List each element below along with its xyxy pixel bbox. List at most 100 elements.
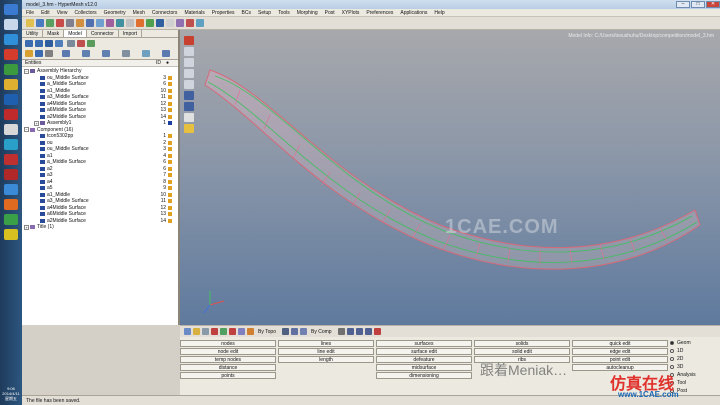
- expand-icon[interactable]: +: [24, 224, 29, 230]
- menu-file[interactable]: File: [26, 10, 34, 16]
- menu-tools[interactable]: Tools: [278, 10, 290, 16]
- menu-applications[interactable]: Applications: [400, 10, 427, 16]
- radio-geom[interactable]: Geom: [670, 339, 696, 347]
- menu-connectors[interactable]: Connectors: [152, 10, 178, 16]
- app-icon[interactable]: [4, 169, 18, 180]
- browser-tool-icon[interactable]: [35, 50, 43, 57]
- temp-nodes-button[interactable]: temp nodes: [180, 356, 276, 363]
- app-icon[interactable]: [4, 154, 18, 165]
- color-swatch[interactable]: [168, 82, 172, 87]
- menu-mesh[interactable]: Mesh: [133, 10, 145, 16]
- browser-tool-icon[interactable]: [82, 50, 90, 57]
- close-button[interactable]: ✕: [706, 1, 720, 8]
- toolbar-tool-icon[interactable]: [56, 19, 64, 27]
- color-swatch[interactable]: [168, 88, 172, 93]
- cmd-icon[interactable]: [229, 328, 236, 335]
- color-swatch[interactable]: [168, 179, 172, 184]
- color-swatch[interactable]: [168, 199, 172, 204]
- tree-row[interactable]: − Component (16): [22, 127, 178, 134]
- color-swatch[interactable]: [168, 160, 172, 165]
- browser-tool-icon[interactable]: [77, 40, 85, 47]
- surface-edit-button[interactable]: surface edit: [376, 348, 472, 355]
- menu-properties[interactable]: Properties: [212, 10, 235, 16]
- app-icon[interactable]: [4, 94, 18, 105]
- menu-collectors[interactable]: Collectors: [74, 10, 96, 16]
- toolbar-tool-icon[interactable]: [106, 19, 114, 27]
- cmd-icon[interactable]: [211, 328, 218, 335]
- color-swatch[interactable]: [168, 121, 172, 126]
- collapse-icon[interactable]: −: [24, 68, 29, 74]
- toolbar-tool-icon[interactable]: [96, 19, 104, 27]
- expand-icon[interactable]: +: [34, 120, 39, 126]
- browser-tool-icon[interactable]: [25, 50, 33, 57]
- cmd-icon[interactable]: [373, 328, 381, 335]
- line-edit-button[interactable]: line edit: [278, 348, 374, 355]
- menu-preferences[interactable]: Preferences: [366, 10, 393, 16]
- color-swatch[interactable]: [168, 140, 172, 145]
- comp-dropdown[interactable]: By Comp: [311, 329, 332, 335]
- toolbar-tool-icon[interactable]: [136, 19, 144, 27]
- graphics-viewport[interactable]: Model Info: C:/Users/tesushuhu/Desktop/c…: [180, 30, 720, 325]
- app-icon[interactable]: [4, 64, 18, 75]
- solids-button[interactable]: solids: [474, 340, 570, 347]
- tree-row[interactable]: − Assembly Hierarchy: [22, 68, 178, 75]
- id-column-header[interactable]: ID: [156, 60, 166, 66]
- distance-button[interactable]: distance: [180, 364, 276, 371]
- app-icon[interactable]: [4, 109, 18, 120]
- app-icon[interactable]: [4, 19, 18, 30]
- topo-dropdown[interactable]: By Topo: [258, 329, 276, 335]
- browser-tool-icon[interactable]: [35, 40, 43, 47]
- cmd-icon[interactable]: [193, 328, 200, 335]
- edge-edit-button[interactable]: edge edit: [572, 348, 668, 355]
- browser-tool-icon[interactable]: [102, 50, 110, 57]
- menu-bcs[interactable]: BCs: [242, 10, 251, 16]
- browser-tool-icon[interactable]: [25, 40, 33, 47]
- toolbar-tool-icon[interactable]: [86, 19, 94, 27]
- menu-geometry[interactable]: Geometry: [104, 10, 126, 16]
- tab-utility[interactable]: Utility: [22, 30, 44, 37]
- browser-tool-icon[interactable]: [142, 50, 150, 57]
- color-swatch[interactable]: [168, 186, 172, 191]
- color-swatch[interactable]: [168, 192, 172, 197]
- surfaces-button[interactable]: surfaces: [376, 340, 472, 347]
- color-swatch[interactable]: [168, 108, 172, 113]
- menu-help[interactable]: Help: [434, 10, 444, 16]
- color-swatch[interactable]: [168, 147, 172, 152]
- menu-morphing[interactable]: Morphing: [297, 10, 318, 16]
- browser-tool-icon[interactable]: [162, 50, 170, 57]
- toolbar-tool-icon[interactable]: [186, 19, 194, 27]
- start-icon[interactable]: [4, 4, 18, 15]
- cmd-icon[interactable]: [364, 328, 372, 335]
- solid-edit-button[interactable]: solid edit: [474, 348, 570, 355]
- color-swatch[interactable]: [168, 153, 172, 158]
- nodes-button[interactable]: nodes: [180, 340, 276, 347]
- cmd-icon[interactable]: [355, 328, 363, 335]
- taskbar-clock[interactable]: 9:06 2014/4/11 星期五: [0, 386, 22, 401]
- lines-button[interactable]: lines: [278, 340, 374, 347]
- app-icon[interactable]: [4, 124, 18, 135]
- cmd-icon[interactable]: [281, 328, 289, 335]
- entities-column-header[interactable]: Entities: [25, 60, 156, 66]
- color-swatch[interactable]: [168, 173, 172, 178]
- toolbar-tool-icon[interactable]: [46, 19, 54, 27]
- app-icon[interactable]: [4, 199, 18, 210]
- color-swatch[interactable]: [168, 218, 172, 223]
- menu-materials[interactable]: Materials: [184, 10, 204, 16]
- toolbar-tool-icon[interactable]: [196, 19, 204, 27]
- app-icon[interactable]: [4, 139, 18, 150]
- toolbar-tool-icon[interactable]: [66, 19, 74, 27]
- browser-tool-icon[interactable]: [45, 40, 53, 47]
- app-icon[interactable]: [4, 214, 18, 225]
- point-edit-button[interactable]: point edit: [572, 356, 668, 363]
- color-swatch[interactable]: [168, 205, 172, 210]
- cmd-icon[interactable]: [247, 328, 254, 335]
- color-swatch[interactable]: [168, 95, 172, 100]
- cmd-icon[interactable]: [238, 328, 245, 335]
- app-icon[interactable]: [4, 34, 18, 45]
- cmd-icon[interactable]: [184, 328, 191, 335]
- color-swatch[interactable]: [168, 75, 172, 80]
- node-edit-button[interactable]: node edit: [180, 348, 276, 355]
- browser-tool-icon[interactable]: [87, 40, 95, 47]
- cmd-icon[interactable]: [202, 328, 209, 335]
- browser-tool-icon[interactable]: [55, 40, 63, 47]
